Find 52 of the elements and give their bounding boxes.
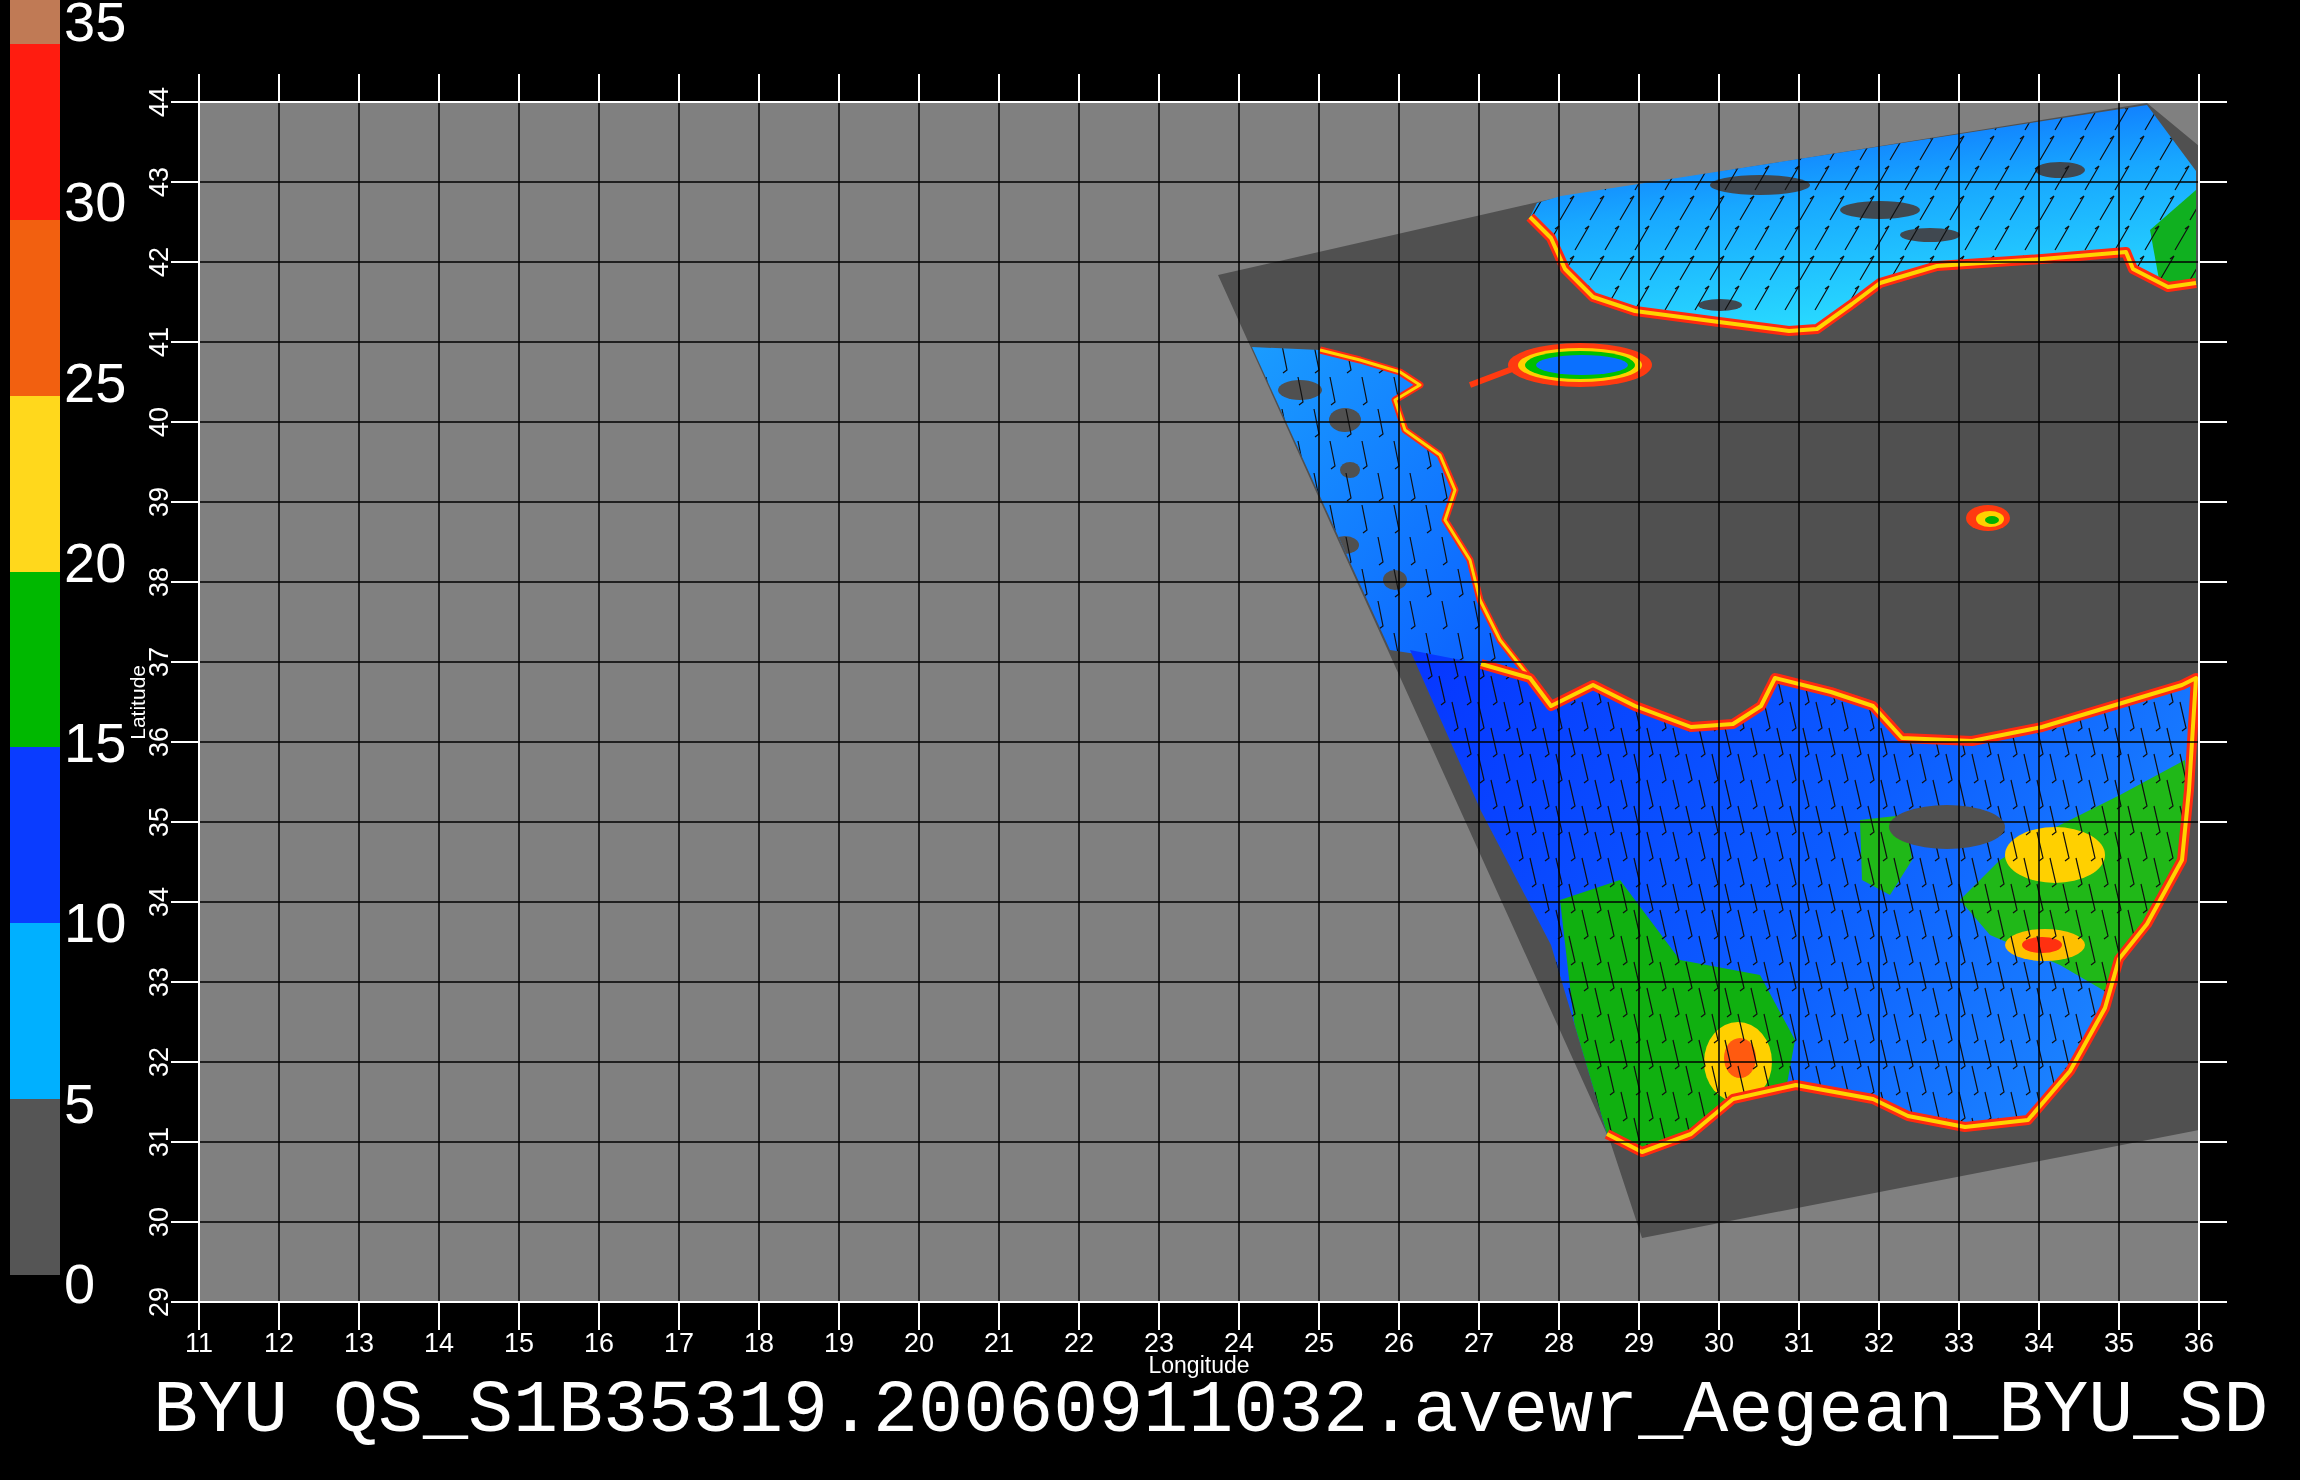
- longitude-tick-label: 25: [1303, 1331, 1334, 1355]
- latitude-tick-label: 41: [148, 326, 170, 357]
- colorbar-label: 20: [64, 540, 127, 585]
- latitude-tick-label: 36: [148, 726, 170, 757]
- longitude-tick-label: 17: [663, 1331, 694, 1355]
- colorbar-label: 5: [64, 1081, 96, 1126]
- colorbar-label: 30: [64, 180, 127, 225]
- longitude-tick-label: 27: [1463, 1331, 1494, 1355]
- latitude-tick-label: 32: [148, 1046, 170, 1077]
- longitude-tick-label: 32: [1863, 1331, 1894, 1355]
- wind-field-drawing: [1966, 505, 2010, 531]
- longitude-tick-label: 15: [503, 1331, 534, 1355]
- latitude-tick-label: 34: [148, 886, 170, 917]
- longitude-tick-label: 12: [263, 1331, 294, 1355]
- longitude-tick-label: 33: [1943, 1331, 1974, 1355]
- latitude-tick-label: 44: [148, 86, 170, 117]
- longitude-tick-label: 13: [343, 1331, 374, 1355]
- latitude-tick-label: 37: [148, 646, 170, 677]
- longitude-tick-label: 22: [1063, 1331, 1094, 1355]
- longitude-tick-label: 14: [423, 1331, 454, 1355]
- longitude-tick-label: 18: [743, 1331, 774, 1355]
- longitude-tick-label: 31: [1783, 1331, 1814, 1355]
- latitude-tick-label: 29: [148, 1286, 170, 1317]
- colorbar-label: 10: [64, 901, 127, 946]
- latitude-tick-label: 33: [148, 966, 170, 997]
- longitude-tick-label: 21: [983, 1331, 1014, 1355]
- latitude-tick-label: 42: [148, 246, 170, 277]
- latitude-tick-label: 39: [148, 486, 170, 517]
- longitude-tick-label: 30: [1703, 1331, 1734, 1355]
- longitude-tick-label: 20: [903, 1331, 934, 1355]
- latitude-tick-label: 35: [148, 806, 170, 837]
- longitude-tick-label: 36: [2183, 1331, 2214, 1355]
- latitude-tick-label: 31: [148, 1126, 170, 1157]
- colorbar-label: 15: [64, 721, 127, 766]
- longitude-tick-label: 11: [185, 1331, 213, 1355]
- latitude-tick-label: 38: [148, 566, 170, 597]
- longitude-tick-label: 16: [583, 1331, 614, 1355]
- longitude-tick-label: 28: [1543, 1331, 1574, 1355]
- longitude-tick-label: 34: [2023, 1331, 2054, 1355]
- longitude-tick-label: 24: [1223, 1331, 1254, 1355]
- latitude-tick-label: 40: [148, 406, 170, 437]
- longitude-tick-label: 23: [1143, 1331, 1174, 1355]
- colorbar-label: 25: [64, 360, 127, 405]
- longitude-tick-label: 29: [1623, 1331, 1654, 1355]
- longitude-tick-label: 35: [2103, 1331, 2134, 1355]
- colorbar-label: 35: [64, 0, 127, 44]
- latitude-tick-label: 43: [148, 166, 170, 197]
- latitude-tick-label: 30: [148, 1206, 170, 1237]
- colorbar-label: 0: [64, 1261, 96, 1306]
- y-axis-title: Latitude: [129, 664, 147, 740]
- longitude-tick-label: 19: [823, 1331, 854, 1355]
- longitude-tick-label: 26: [1383, 1331, 1414, 1355]
